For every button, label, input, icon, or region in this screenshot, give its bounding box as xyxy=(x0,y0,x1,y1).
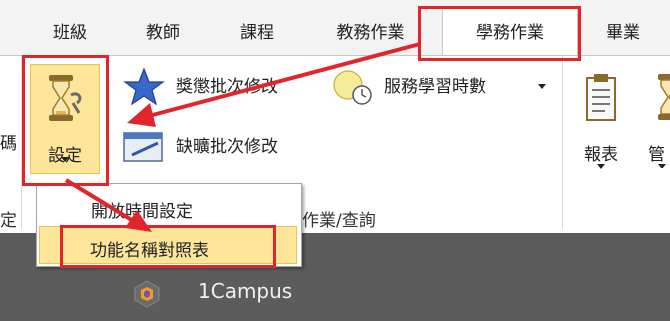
menu-item-open-time-settings[interactable]: 開放時間設定 xyxy=(37,188,301,226)
form-edit-icon xyxy=(123,132,163,162)
absence-batch-edit-button[interactable]: 缺曠批次修改 xyxy=(118,127,318,167)
app-name: 1Campus xyxy=(198,279,293,303)
annotation-box-student-affairs-tab xyxy=(418,6,581,61)
report-button[interactable]: 報表 xyxy=(566,64,636,169)
annotation-box-settings-button xyxy=(22,55,109,186)
manage-button[interactable]: 管 xyxy=(640,64,670,168)
tab-teacher[interactable]: 教師 xyxy=(128,13,198,53)
star-icon xyxy=(123,67,165,106)
partial-left-button[interactable]: 碼 xyxy=(0,124,20,164)
partial-left-label: 碼 xyxy=(0,134,17,154)
service-hours-button[interactable]: 服務學習時數 xyxy=(326,67,556,107)
lightbulb-clock-icon xyxy=(333,70,372,105)
annotation-box-function-name-item xyxy=(60,225,276,268)
tab-graduation[interactable]: 畢業 xyxy=(588,13,658,53)
hourglass-icon xyxy=(658,74,670,120)
manage-label: 管 xyxy=(648,145,665,165)
tab-course[interactable]: 課程 xyxy=(222,13,292,53)
award-batch-edit-button[interactable]: 獎懲批次修改 xyxy=(118,67,318,107)
report-label: 報表 xyxy=(584,145,618,165)
report-clipboard-icon xyxy=(586,74,616,121)
manage-dropdown-caret-icon xyxy=(658,164,666,168)
menu-item-label: 開放時間設定 xyxy=(91,202,193,222)
award-batch-edit-label: 獎懲批次修改 xyxy=(176,77,278,97)
partial-left-group-label: 定 xyxy=(0,211,17,231)
service-hours-label: 服務學習時數 xyxy=(384,77,486,97)
1campus-logo-icon xyxy=(134,280,160,308)
absence-batch-edit-label: 缺曠批次修改 xyxy=(176,137,278,157)
report-dropdown-caret-icon xyxy=(597,164,605,169)
tab-academic-affairs[interactable]: 教務作業 xyxy=(318,13,423,53)
ribbon-separator xyxy=(562,56,563,229)
service-hours-caret-icon xyxy=(538,84,546,89)
ribbon-group-label: 作業/查詢 xyxy=(302,211,376,231)
tab-class[interactable]: 班級 xyxy=(35,13,105,53)
